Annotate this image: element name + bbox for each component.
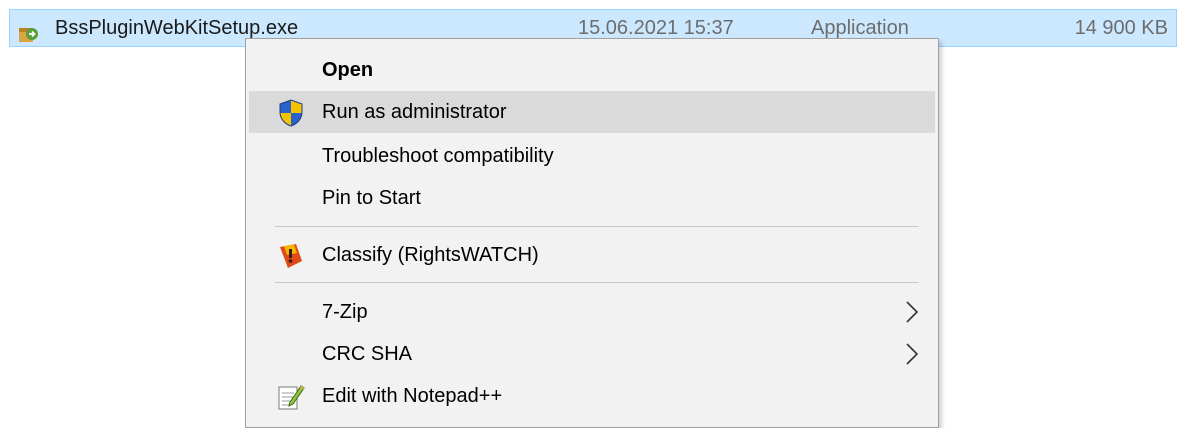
menu-item-classify-rightswatch[interactable]: Classify (RightsWATCH) [249, 234, 935, 276]
menu-item-label: 7-Zip [322, 301, 368, 323]
context-menu: Open Run as administrator Troubleshoot c… [245, 38, 939, 428]
menu-item-label: Classify (RightsWATCH) [322, 244, 539, 266]
menu-item-pin-to-start[interactable]: Pin to Start [249, 177, 935, 219]
file-size: 14 900 KB [1074, 17, 1168, 39]
menu-item-label: Edit with Notepad++ [322, 385, 503, 407]
notepad-plus-plus-icon [278, 385, 305, 410]
menu-item-label: Run as administrator [322, 101, 507, 123]
rightswatch-icon [280, 244, 302, 268]
menu-item-edit-with-notepadpp[interactable]: Edit with Notepad++ [249, 375, 935, 417]
menu-item-run-as-administrator[interactable]: Run as administrator [249, 91, 935, 133]
menu-item-label: Open [322, 59, 374, 81]
menu-item-label: CRC SHA [322, 343, 413, 365]
menu-separator [275, 226, 919, 227]
menu-item-label: Troubleshoot compatibility [322, 145, 554, 167]
menu-item-7zip[interactable]: 7-Zip [249, 291, 935, 333]
menu-item-open[interactable]: Open [249, 49, 935, 91]
menu-item-crc-sha[interactable]: CRC SHA [249, 333, 935, 375]
menu-separator [275, 282, 919, 283]
exe-installer-icon [19, 28, 38, 42]
menu-item-troubleshoot-compatibility[interactable]: Troubleshoot compatibility [249, 135, 935, 177]
menu-item-label: Pin to Start [322, 187, 421, 209]
chevron-right-icon [906, 343, 919, 365]
chevron-right-icon [906, 301, 919, 323]
uac-shield-icon [279, 99, 303, 127]
